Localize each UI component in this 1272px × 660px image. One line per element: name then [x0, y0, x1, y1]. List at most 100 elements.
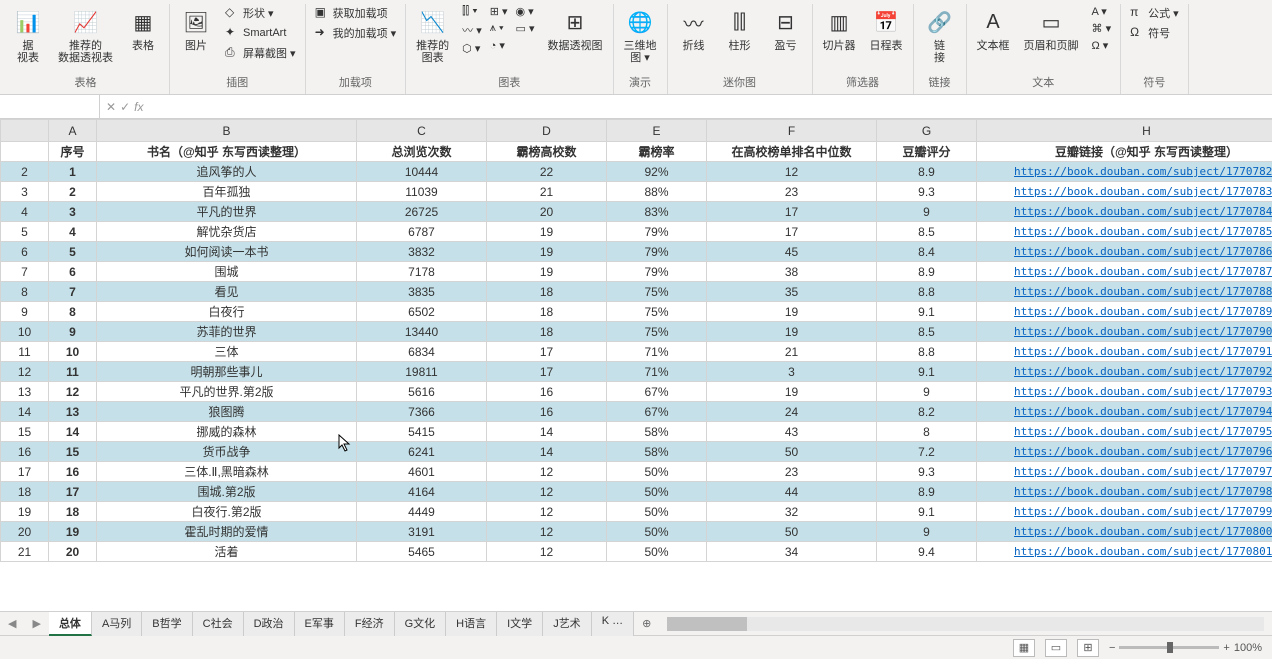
column-header[interactable]: G — [877, 120, 977, 142]
cell[interactable]: 20 — [49, 542, 97, 562]
cell[interactable]: 50% — [607, 502, 707, 522]
cell[interactable]: 7.2 — [877, 442, 977, 462]
ribbon-button[interactable]: ⊟盈亏 — [766, 4, 806, 54]
cell[interactable]: 67% — [607, 402, 707, 422]
cell[interactable]: 霍乱时期的爱情 — [97, 522, 357, 542]
cell[interactable]: 19 — [49, 522, 97, 542]
cell[interactable]: 8.4 — [877, 242, 977, 262]
ribbon-button[interactable]: 📈推荐的 数据透视表 — [54, 4, 117, 66]
cell[interactable]: 14 — [487, 422, 607, 442]
cell[interactable]: 43 — [707, 422, 877, 442]
cell[interactable]: 83% — [607, 202, 707, 222]
zoom-in-icon[interactable]: + — [1223, 642, 1229, 654]
cell[interactable]: 21 — [707, 342, 877, 362]
normal-view-button[interactable]: ▦ — [1013, 639, 1035, 657]
page-layout-view-button[interactable]: ▭ — [1045, 639, 1067, 657]
cell[interactable]: 24 — [707, 402, 877, 422]
cell[interactable]: 22 — [487, 162, 607, 182]
cell[interactable]: 6241 — [357, 442, 487, 462]
cell[interactable]: 35 — [707, 282, 877, 302]
cell[interactable]: 6502 — [357, 302, 487, 322]
row-header[interactable]: 16 — [1, 442, 49, 462]
cell[interactable]: 2 — [49, 182, 97, 202]
sheet-tab[interactable]: B哲学 — [142, 612, 192, 636]
table-header-cell[interactable]: 序号 — [49, 142, 97, 162]
link-cell[interactable]: https://book.douban.com/subject/1770782/ — [977, 162, 1272, 182]
table-header-cell[interactable]: 霸榜率 — [607, 142, 707, 162]
cell[interactable]: 50 — [707, 522, 877, 542]
cell[interactable]: 明朝那些事儿 — [97, 362, 357, 382]
cell[interactable]: 23 — [707, 182, 877, 202]
chart-type-icon[interactable]: ⊞ ▾ — [487, 4, 511, 19]
cell[interactable]: 挪威的森林 — [97, 422, 357, 442]
cell[interactable]: 如何阅读一本书 — [97, 242, 357, 262]
cell[interactable]: 9.1 — [877, 362, 977, 382]
cell[interactable]: 10 — [49, 342, 97, 362]
spreadsheet-grid[interactable]: ABCDEFGH 序号书名（@知乎 东写西读整理）总浏览次数霸榜高校数霸榜率在高… — [0, 119, 1272, 611]
cell[interactable]: 50 — [707, 442, 877, 462]
link-cell[interactable]: https://book.douban.com/subject/1770790/ — [977, 322, 1272, 342]
ribbon-button[interactable]: ▥切片器 — [819, 4, 860, 54]
ribbon-button[interactable]: A文本框 — [973, 4, 1014, 54]
cell[interactable]: 71% — [607, 362, 707, 382]
cell[interactable]: 38 — [707, 262, 877, 282]
cell[interactable]: 20 — [487, 202, 607, 222]
cell[interactable]: 75% — [607, 282, 707, 302]
row-header[interactable]: 18 — [1, 482, 49, 502]
table-header-cell[interactable]: 豆瓣评分 — [877, 142, 977, 162]
sheet-tab[interactable]: G文化 — [395, 612, 447, 636]
cell[interactable]: 8.9 — [877, 162, 977, 182]
cell[interactable]: 白夜行 — [97, 302, 357, 322]
row-header[interactable]: 17 — [1, 462, 49, 482]
cell[interactable]: 16 — [487, 382, 607, 402]
zoom-slider[interactable] — [1119, 646, 1219, 649]
chart-type-icon[interactable]: Ω ▾ — [1089, 38, 1115, 53]
cell[interactable]: 解忧杂货店 — [97, 222, 357, 242]
cell[interactable]: 7366 — [357, 402, 487, 422]
cell[interactable]: 34 — [707, 542, 877, 562]
cell[interactable]: 16 — [49, 462, 97, 482]
link-cell[interactable]: https://book.douban.com/subject/1770796/ — [977, 442, 1272, 462]
cell[interactable]: 19811 — [357, 362, 487, 382]
cell[interactable]: 8 — [49, 302, 97, 322]
chart-type-icon[interactable]: ◔ ▾ — [487, 38, 511, 53]
cell[interactable]: 5 — [49, 242, 97, 262]
tab-nav-next-icon[interactable]: ▶ — [24, 617, 48, 630]
cell[interactable]: 15 — [49, 442, 97, 462]
cell[interactable]: 8.5 — [877, 322, 977, 342]
zoom-level[interactable]: 100% — [1234, 642, 1262, 654]
cell[interactable]: 追风筝的人 — [97, 162, 357, 182]
sheet-tab[interactable]: C社会 — [193, 612, 244, 636]
cell[interactable]: 17 — [487, 362, 607, 382]
cell[interactable]: 看见 — [97, 282, 357, 302]
table-header-cell[interactable]: 豆瓣链接（@知乎 东写西读整理） — [977, 142, 1272, 162]
cell[interactable]: 71% — [607, 342, 707, 362]
link-cell[interactable]: https://book.douban.com/subject/1770785/ — [977, 222, 1272, 242]
cell[interactable]: 18 — [49, 502, 97, 522]
chart-type-icon[interactable]: 〰 ▾ — [459, 21, 485, 39]
cell[interactable]: 3 — [707, 362, 877, 382]
ribbon-row-button[interactable]: ⎙屏幕截图 ▾ — [222, 44, 299, 62]
cell[interactable]: 活着 — [97, 542, 357, 562]
link-cell[interactable]: https://book.douban.com/subject/1770792/ — [977, 362, 1272, 382]
ribbon-row-button[interactable]: ◇形状 ▾ — [222, 4, 299, 22]
cell[interactable]: 4449 — [357, 502, 487, 522]
cell[interactable]: 9.3 — [877, 182, 977, 202]
cell[interactable]: 11 — [49, 362, 97, 382]
cell[interactable]: 6834 — [357, 342, 487, 362]
chart-type-icon[interactable]: ◉ ▾ — [513, 4, 538, 19]
cell[interactable]: 79% — [607, 262, 707, 282]
cell[interactable]: 8.8 — [877, 282, 977, 302]
cell[interactable]: 6 — [49, 262, 97, 282]
cell[interactable]: 9 — [877, 522, 977, 542]
cell[interactable]: 18 — [487, 302, 607, 322]
column-header[interactable]: C — [357, 120, 487, 142]
cell[interactable]: 44 — [707, 482, 877, 502]
cell[interactable]: 16 — [487, 402, 607, 422]
cell[interactable]: 11039 — [357, 182, 487, 202]
cell[interactable]: 58% — [607, 422, 707, 442]
ribbon-row-button[interactable]: Ω符号 — [1127, 24, 1182, 42]
cell[interactable]: 19 — [487, 262, 607, 282]
sheet-tab[interactable]: H语言 — [446, 612, 497, 636]
column-header[interactable]: A — [49, 120, 97, 142]
